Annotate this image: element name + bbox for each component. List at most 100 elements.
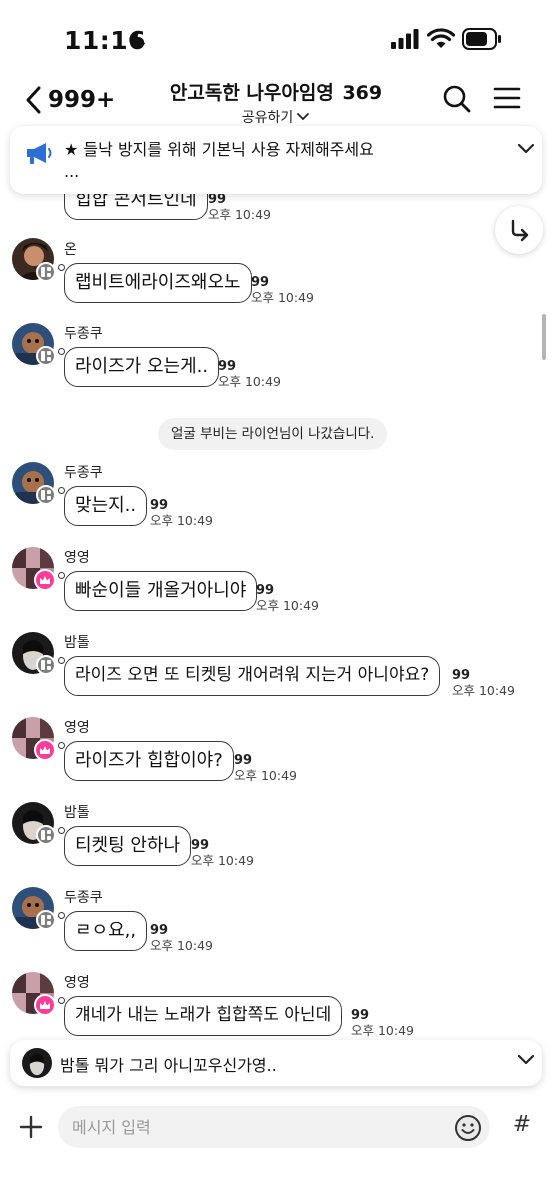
scrollbar[interactable] (542, 314, 546, 360)
category-badge (36, 655, 56, 675)
category-badge (36, 825, 56, 845)
message-text: ㄹㅇ요,, (75, 920, 137, 941)
message-time: 오후 10:49 (351, 1023, 414, 1038)
category-icon (41, 660, 51, 670)
message-text: 라이즈 오면 또 티켓팅 개어려워 지는거 아니야요? (75, 665, 430, 685)
message-meta: 99 오후 10:49 (208, 192, 271, 222)
category-icon (41, 915, 51, 925)
bubble-tail (58, 827, 65, 834)
message-bubble[interactable]: 걔네가 내는 노래가 힙합쪽도 아닌데 (64, 996, 343, 1036)
hash-icon[interactable]: # (508, 1112, 536, 1137)
read-count: 99 (150, 923, 169, 938)
bubble-tail (58, 657, 65, 664)
message-time: 오후 10:49 (234, 768, 297, 783)
latest-message-preview[interactable]: 밤톨 뭐가 그리 아니꼬우신가영.. (10, 1040, 542, 1086)
chevron-down-icon[interactable] (516, 1053, 536, 1067)
crown-icon (40, 746, 50, 754)
message-text: 빠순이들 개올거아니야 (75, 580, 247, 601)
crown-badge (34, 994, 56, 1016)
crown-badge (34, 739, 56, 761)
message-text: 티켓팅 안하나 (75, 835, 181, 856)
preview-text: 밤톨 뭐가 그리 아니꼬우신가영.. (60, 1052, 277, 1076)
message-time: 오후 10:49 (218, 374, 281, 389)
message-bubble[interactable]: 랩비트에라이즈왜오노 (64, 263, 252, 303)
megaphone-icon (27, 143, 52, 164)
chevron-down-icon[interactable] (516, 142, 536, 156)
message-bubble[interactable]: 라이즈 오면 또 티켓팅 개어려워 지는거 아니야요? (64, 656, 441, 696)
read-count: 99 (208, 192, 227, 207)
notice-line: ★ 들낙 방지를 위해 기본닉 사용 자제해주세요 (64, 140, 374, 159)
message-bubble[interactable]: 빠순이들 개올거아니야 (64, 571, 258, 611)
sender-name: 영영 (64, 975, 90, 991)
message-time: 오후 10:49 (256, 598, 319, 613)
notice-banner[interactable]: ★ 들낙 방지를 위해 기본닉 사용 자제해주세요 ... (10, 126, 542, 194)
message-text: 라이즈가 힙합이야? (75, 750, 223, 771)
sender-name: 밤톨 (64, 635, 90, 651)
read-count: 99 (191, 838, 210, 853)
read-count: 99 (150, 498, 169, 513)
notice-text: ★ 들낙 방지를 위해 기본닉 사용 자제해주세요 ... (64, 139, 504, 183)
category-icon (41, 267, 51, 277)
category-icon (41, 830, 51, 840)
message-meta: 99 오후 10:49 (351, 1008, 414, 1038)
message-meta: 99 오후 10:49 (234, 753, 297, 783)
message-bubble[interactable]: 맞는지.. (64, 486, 148, 526)
read-count: 99 (256, 583, 275, 598)
read-count: 99 (351, 1008, 370, 1023)
plus-icon[interactable] (14, 1110, 48, 1144)
message-meta: 99 오후 10:49 (191, 838, 254, 868)
message-input[interactable] (58, 1106, 490, 1148)
bubble-tail (58, 742, 65, 749)
sender-name: 두종쿠 (64, 326, 103, 342)
message-time: 오후 10:49 (452, 683, 515, 698)
sender-name: 두종쿠 (64, 890, 103, 906)
read-count: 99 (452, 668, 471, 683)
category-badge (36, 346, 56, 366)
message-time: 오후 10:49 (251, 290, 314, 305)
message-meta: 99 오후 10:49 (251, 275, 314, 305)
bubble-tail (58, 348, 65, 355)
preview-sender: 밤톨 (60, 1056, 90, 1075)
message-bubble[interactable]: ㄹㅇ요,, (64, 911, 148, 951)
category-badge (36, 262, 56, 282)
arrow-return-icon (511, 219, 529, 242)
jump-to-latest-button[interactable] (495, 206, 543, 254)
crown-icon (40, 576, 50, 584)
sender-name: 영영 (64, 550, 90, 566)
bubble-tail (58, 997, 65, 1004)
category-badge (36, 910, 56, 930)
avatar (22, 1048, 52, 1078)
message-input-bar: # (0, 1100, 552, 1200)
sender-name: 온 (64, 242, 77, 258)
read-count: 99 (251, 275, 270, 290)
message-meta: 99 오후 10:49 (256, 583, 319, 613)
message-bubble[interactable]: 티켓팅 안하나 (64, 826, 192, 866)
bubble-tail (58, 487, 65, 494)
message-text: 랩비트에라이즈왜오노 (75, 272, 241, 293)
emoji-icon[interactable] (454, 1114, 482, 1142)
category-icon (41, 351, 51, 361)
message-meta: 99 오후 10:49 (218, 359, 281, 389)
message-time: 오후 10:49 (150, 513, 213, 528)
bubble-tail (58, 912, 65, 919)
message-time: 오후 10:49 (191, 853, 254, 868)
message-text: 맞는지.. (75, 495, 137, 516)
message-bubble[interactable]: 라이즈가 힙합이야? (64, 741, 234, 781)
sender-name: 영영 (64, 720, 90, 736)
crown-badge (34, 569, 56, 591)
message-text: 걔네가 내는 노래가 힙합쪽도 아닌데 (75, 1005, 332, 1025)
read-count: 99 (234, 753, 253, 768)
read-count: 99 (218, 359, 237, 374)
category-badge (36, 485, 56, 505)
message-meta: 99 오후 10:49 (150, 498, 213, 528)
category-icon (41, 490, 51, 500)
preview-message: 뭐가 그리 아니꼬우신가영.. (94, 1056, 277, 1075)
message-meta: 99 오후 10:49 (150, 923, 213, 953)
bubble-tail (58, 572, 65, 579)
notice-ellipsis: ... (64, 162, 80, 181)
system-message: 얼굴 부비는 라이언님이 나갔습니다. (158, 418, 388, 450)
crown-icon (40, 1001, 50, 1009)
message-text: 라이즈가 오는게.. (75, 356, 209, 377)
message-time: 오후 10:49 (150, 938, 213, 953)
message-bubble[interactable]: 라이즈가 오는게.. (64, 347, 220, 387)
